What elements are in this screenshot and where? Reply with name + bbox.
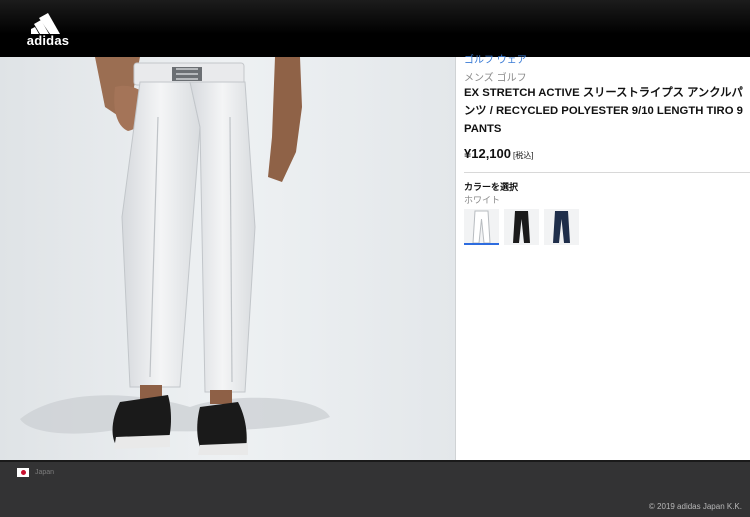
- top-nav-bar: adidas: [0, 0, 750, 57]
- price-value: ¥12,100: [464, 146, 511, 161]
- product-image: [0, 57, 456, 460]
- swatch-navy[interactable]: [544, 209, 579, 245]
- locale-label: Japan: [35, 469, 55, 476]
- copyright: © 2019 adidas Japan K.K.: [648, 502, 742, 511]
- product-details-panel: ゴルフ ウェア メンズ ゴルフ EX STRETCH ACTIVE スリーストラ…: [456, 55, 750, 460]
- divider: [464, 172, 750, 173]
- navy-pants-thumbnail-icon: [553, 211, 570, 243]
- product-category: メンズ ゴルフ: [464, 73, 527, 84]
- locale-selector[interactable]: Japan: [17, 468, 54, 477]
- swatch-black[interactable]: [504, 209, 539, 245]
- product-price: ¥12,100 [税込]: [464, 146, 533, 161]
- color-selector-label: カラーを選択: [464, 182, 519, 192]
- selected-color-name: ホワイト: [464, 195, 501, 205]
- brand-wordmark: adidas: [26, 33, 70, 48]
- product-title: EX STRETCH ACTIVE スリーストライプス アンクルパンツ / RE…: [464, 87, 743, 135]
- japan-flag-icon: [17, 468, 29, 477]
- color-swatches: [464, 209, 579, 245]
- swatch-white[interactable]: [464, 209, 499, 245]
- three-stripes-logo-icon: [31, 13, 60, 34]
- tax-note: [税込]: [513, 151, 534, 160]
- adidas-logo[interactable]: adidas: [18, 8, 78, 48]
- pants-model-image: [0, 57, 455, 460]
- breadcrumb[interactable]: ゴルフ ウェア: [464, 51, 527, 66]
- white-pants-thumbnail-icon: [472, 210, 491, 243]
- black-pants-thumbnail-icon: [513, 211, 530, 243]
- site-footer: Japan © 2019 adidas Japan K.K.: [0, 460, 750, 517]
